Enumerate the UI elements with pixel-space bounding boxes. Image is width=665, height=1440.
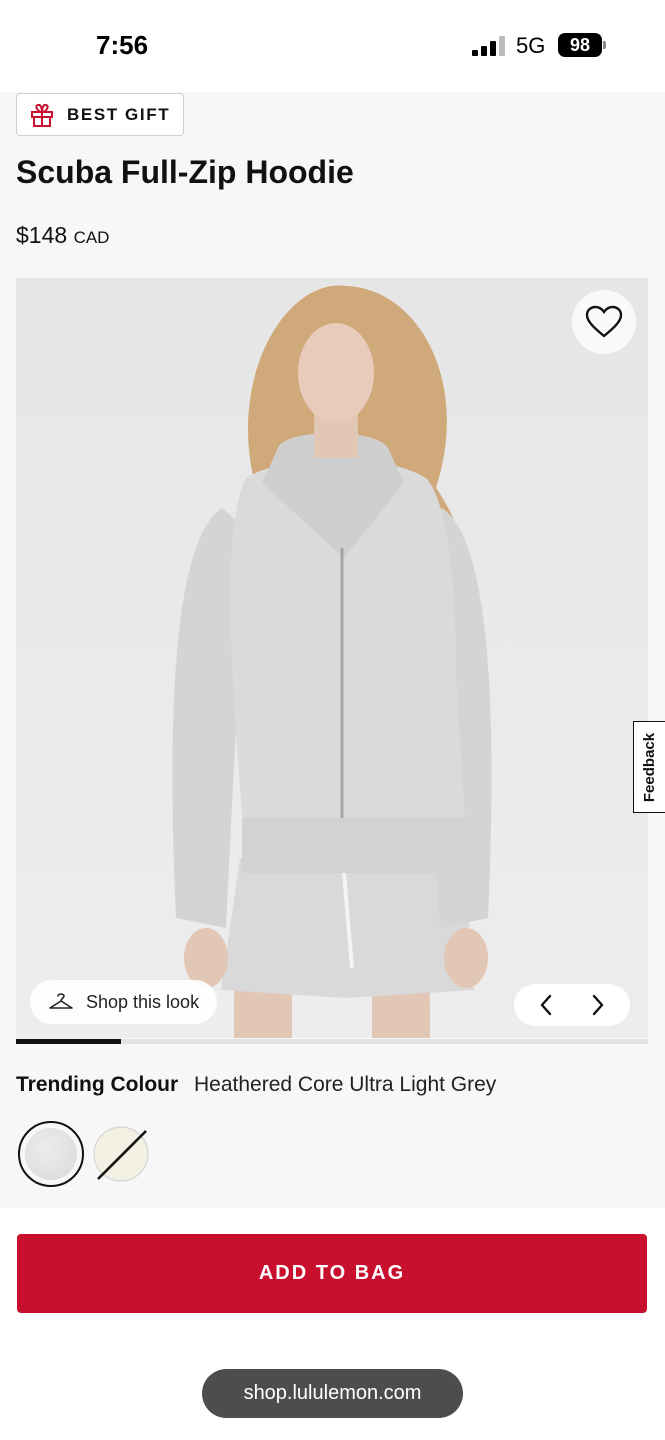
unavailable-swatch-icon	[93, 1126, 149, 1182]
heart-icon	[585, 305, 623, 338]
previous-image-button[interactable]	[526, 984, 566, 1026]
product-photo	[16, 278, 648, 1038]
gift-icon	[31, 103, 53, 127]
gallery-progress-fill	[16, 1039, 121, 1044]
network-type: 5G	[516, 33, 546, 58]
chevron-left-icon	[540, 994, 552, 1016]
next-image-button[interactable]	[578, 984, 618, 1026]
colour-value: Heathered Core Ultra Light Grey	[194, 1073, 497, 1096]
colour-row: Trending Colour Heathered Core Ultra Lig…	[16, 1073, 496, 1097]
status-bar: 7:56 5G 98	[0, 0, 665, 92]
colour-swatch-selected[interactable]	[18, 1121, 84, 1187]
price-currency: CAD	[73, 228, 110, 247]
signal-icon	[472, 36, 506, 56]
price-amount: $148	[16, 222, 68, 248]
feedback-label: Feedback	[641, 732, 659, 802]
colour-swatch-unavailable[interactable]	[92, 1125, 150, 1183]
gallery-progress-bar	[16, 1039, 648, 1044]
swatch-dot	[25, 1128, 77, 1180]
chevron-right-icon	[592, 994, 604, 1016]
product-price: $148 CAD	[16, 222, 109, 249]
battery-icon: 98	[558, 33, 602, 57]
battery-tip	[603, 41, 606, 49]
product-image-gallery[interactable]: Shop this look	[16, 278, 648, 1038]
feedback-tab[interactable]: Feedback	[633, 721, 665, 813]
hanger-icon	[49, 993, 73, 1009]
add-to-bag-button[interactable]: ADD TO BAG	[17, 1234, 647, 1313]
url-bar[interactable]: shop.lululemon.com	[202, 1369, 463, 1418]
shop-this-look-button[interactable]: Shop this look	[30, 980, 218, 1024]
status-time: 7:56	[96, 30, 149, 60]
badge-label: BEST GIFT	[67, 104, 171, 124]
product-panel: BEST GIFT Scuba Full-Zip Hoodie $148 CAD	[0, 92, 665, 1208]
wishlist-button[interactable]	[572, 290, 636, 354]
colour-label: Trending Colour	[16, 1073, 179, 1096]
product-title: Scuba Full-Zip Hoodie	[16, 154, 354, 190]
best-gift-badge: BEST GIFT	[16, 93, 185, 136]
image-carousel-controls	[514, 984, 630, 1026]
shop-this-look-label: Shop this look	[86, 991, 200, 1012]
